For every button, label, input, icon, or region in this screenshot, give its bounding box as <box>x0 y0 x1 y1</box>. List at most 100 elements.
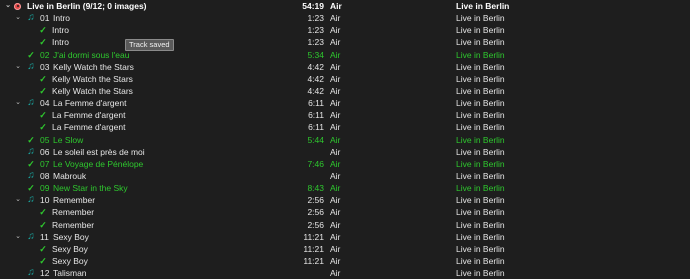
track-title: J'ai dormi sous l'eau <box>53 49 130 60</box>
track-number: 11 <box>40 231 49 242</box>
track-row[interactable]: ♫ 12 Talisman Air Live in Berlin <box>0 267 690 279</box>
track-duration: 2:56 <box>307 207 324 218</box>
track-duration: 1:23 <box>307 25 324 36</box>
track-duration: 2:56 <box>307 219 324 230</box>
track-artist: Air <box>330 49 341 60</box>
chevron-down-icon[interactable]: ⌄ <box>14 231 22 243</box>
checkmark-icon: ✓ <box>39 85 47 96</box>
track-title: Sexy Boy <box>53 231 89 242</box>
checkmark-icon: ✓ <box>39 219 47 230</box>
chevron-down-icon[interactable]: ⌄ <box>4 0 12 12</box>
track-artist: Air <box>330 98 341 109</box>
track-artist: Air <box>330 13 341 24</box>
track-row[interactable]: ⌄ ♫ 04 La Femme d'argent 6:11 Air Live in Berl… <box>0 97 690 109</box>
track-artist: Air <box>330 73 341 84</box>
track-artist: Air <box>330 207 341 218</box>
track-album: Live in Berlin <box>456 13 505 24</box>
track-row[interactable]: ✓ 07 Le Voyage de Pénélope 7:46 Air Live in B… <box>0 158 690 170</box>
file-row[interactable]: ✓ Remember 2:56 Air Live in Berlin <box>0 206 690 218</box>
track-album: Live in Berlin <box>456 183 505 194</box>
checkmark-icon: ✓ <box>39 243 47 254</box>
track-artist: Air <box>330 219 341 230</box>
track-number: 03 <box>40 61 50 72</box>
file-row[interactable]: ✓ La Femme d'argent 6:11 Air Live in Berlin <box>0 109 690 121</box>
checkmark-icon: ✓ <box>39 122 47 133</box>
track-album: Live in Berlin <box>456 49 505 60</box>
track-album: Live in Berlin <box>456 73 505 84</box>
track-artist: Air <box>330 134 341 145</box>
track-number: 01 <box>40 13 50 24</box>
track-saved-tooltip: Track saved <box>125 39 174 51</box>
checkmark-icon: ✓ <box>39 207 47 218</box>
track-row[interactable]: ✓ 09 New Star in the Sky 8:43 Air Live in Ber… <box>0 182 690 194</box>
chevron-down-icon[interactable]: ⌄ <box>14 194 22 206</box>
checkmark-icon: ✓ <box>27 158 35 169</box>
track-album: Live in Berlin <box>456 219 505 230</box>
checkmark-icon: ✓ <box>27 134 35 145</box>
track-row[interactable]: ⌄ ♫ 11 Sexy Boy 11:21 Air Live in Berlin <box>0 231 690 243</box>
music-note-icon: ♫ <box>27 230 35 242</box>
track-number: 02 <box>40 49 50 60</box>
track-album: Live in Berlin <box>456 243 505 254</box>
file-row[interactable]: ✓ Intro 1:23 Air Live in Berlin <box>0 36 690 48</box>
track-duration: 7:46 <box>307 158 324 169</box>
track-album: Live in Berlin <box>456 61 505 72</box>
track-album: Live in Berlin <box>456 207 505 218</box>
chevron-down-icon[interactable]: ⌄ <box>14 97 22 109</box>
file-row[interactable]: ✓ Kelly Watch the Stars 4:42 Air Live in Ber… <box>0 73 690 85</box>
track-row[interactable]: ✓ 05 Le Slow 5:44 Air Live in Berlin <box>0 134 690 146</box>
track-artist: Air <box>330 110 341 121</box>
track-artist: Air <box>330 85 341 96</box>
track-duration: 6:11 <box>308 110 324 121</box>
track-title: Talisman <box>53 268 87 279</box>
file-row[interactable]: ✓ Intro 1:23 Air Live in Berlin <box>0 24 690 36</box>
track-artist: Air <box>330 146 341 157</box>
track-album: Live in Berlin <box>456 134 505 145</box>
track-duration: 6:11 <box>308 122 324 133</box>
file-title: Sexy Boy <box>52 243 88 254</box>
track-artist: Air <box>330 61 341 72</box>
playlist-album: Live in Berlin <box>456 1 510 11</box>
chevron-down-icon[interactable]: ⌄ <box>14 61 22 73</box>
playlist-header-row[interactable]: ⌄ Live in Berlin (9/12; 0 images) 54:19 … <box>0 0 690 12</box>
track-list: ⌄ Live in Berlin (9/12; 0 images) 54:19 … <box>0 0 690 279</box>
track-title: Kelly Watch the Stars <box>53 61 134 72</box>
file-title: La Femme d'argent <box>52 122 126 133</box>
track-duration: 4:42 <box>307 61 324 72</box>
track-album: Live in Berlin <box>456 146 505 157</box>
track-row[interactable]: ♫ 06 Le soleil est près de moi Air Live in B… <box>0 146 690 158</box>
checkmark-icon: ✓ <box>39 255 47 266</box>
track-duration: 5:44 <box>307 134 324 145</box>
track-number: 07 <box>40 158 50 169</box>
track-title: Le Slow <box>53 134 84 145</box>
track-row[interactable]: ⌄ ♫ 10 Remember 2:56 Air Live in Berlin <box>0 194 690 206</box>
track-row[interactable]: ✓ 02 J'ai dormi sous l'eau 5:34 Air Live in B… <box>0 49 690 61</box>
playlist-title: Live in Berlin (9/12; 0 images) <box>27 1 147 11</box>
checkmark-icon: ✓ <box>39 73 47 84</box>
track-number: 05 <box>40 134 50 145</box>
track-row[interactable]: ⌄ ♫ 01 Intro 1:23 Air Live in Berlin <box>0 12 690 24</box>
track-title: Mabrouk <box>53 170 87 181</box>
file-row[interactable]: ✓ Sexy Boy 11:21 Air Live in Berlin <box>0 243 690 255</box>
track-duration: 1:23 <box>307 13 324 24</box>
track-album: Live in Berlin <box>456 195 505 206</box>
track-duration: 1:23 <box>307 37 324 48</box>
file-title: Intro <box>52 37 70 48</box>
track-title: Intro <box>53 13 71 24</box>
file-row[interactable]: ✓ Remember 2:56 Air Live in Berlin <box>0 219 690 231</box>
file-row[interactable]: ✓ Kelly Watch the Stars 4:42 Air Live in Ber… <box>0 85 690 97</box>
checkmark-icon: ✓ <box>27 183 35 194</box>
track-duration: 2:56 <box>307 195 324 206</box>
track-duration: 11:21 <box>303 231 324 242</box>
file-row[interactable]: ✓ La Femme d'argent 6:11 Air Live in Berlin <box>0 121 690 133</box>
file-row[interactable]: ✓ Sexy Boy 11:21 Air Live in Berlin <box>0 255 690 267</box>
track-row[interactable]: ♫ 08 Mabrouk Air Live in Berlin <box>0 170 690 182</box>
track-album: Live in Berlin <box>456 25 505 36</box>
track-duration: 6:11 <box>308 98 324 109</box>
track-title: New Star in the Sky <box>53 183 128 194</box>
music-note-icon: ♫ <box>27 145 35 157</box>
track-row[interactable]: ⌄ ♫ 03 Kelly Watch the Stars 4:42 Air Live in … <box>0 61 690 73</box>
chevron-down-icon[interactable]: ⌄ <box>14 12 22 24</box>
track-title: Le soleil est près de moi <box>53 146 145 157</box>
track-album: Live in Berlin <box>456 170 505 181</box>
